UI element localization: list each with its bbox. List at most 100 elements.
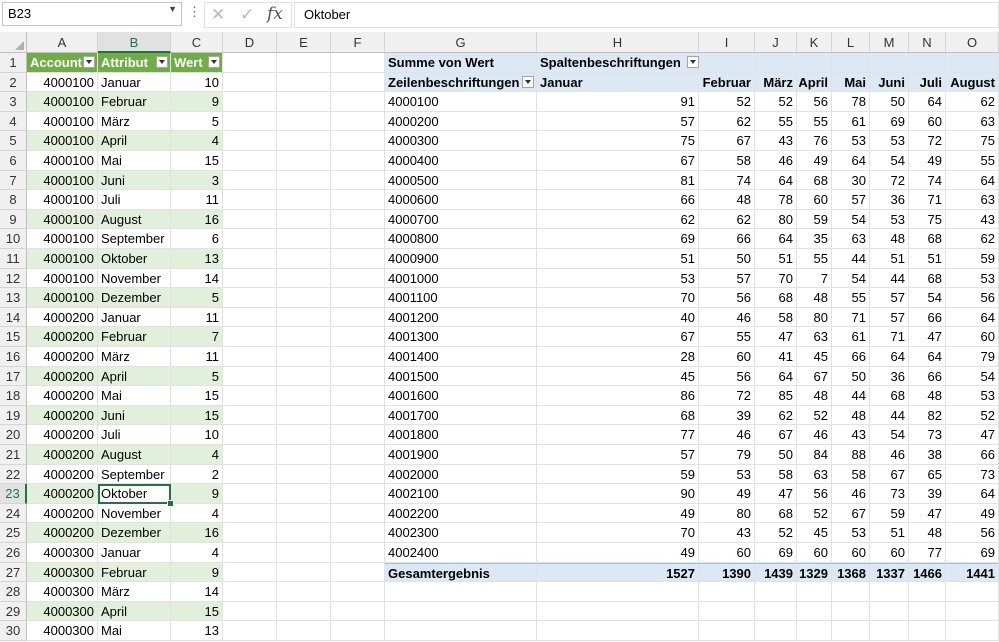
pivot-value-cell[interactable]: 74	[909, 170, 946, 191]
pivot-value-cell[interactable]: 59	[537, 464, 699, 485]
empty-cell[interactable]	[277, 111, 331, 132]
pivot-value-cell[interactable]: 62	[755, 405, 797, 426]
pivot-value-cell[interactable]: 91	[537, 92, 699, 112]
pivot-row-label[interactable]: 4001300	[385, 327, 537, 347]
table-cell-account[interactable]: 4000100	[27, 209, 98, 230]
table-cell-wert[interactable]: 4	[171, 445, 223, 465]
pivot-value-cell[interactable]: 60	[946, 327, 999, 347]
empty-cell[interactable]	[223, 562, 277, 583]
pivot-value-cell[interactable]: 43	[755, 131, 797, 151]
empty-cell[interactable]	[277, 405, 331, 426]
pivot-value-cell[interactable]: 60	[699, 347, 755, 367]
empty-cell[interactable]	[331, 601, 385, 622]
empty-cell[interactable]	[537, 601, 699, 622]
pivot-row-label[interactable]: 4001600	[385, 386, 537, 406]
pivot-row-label[interactable]: 4000200	[385, 111, 537, 132]
pivot-value-cell[interactable]: 52	[797, 503, 832, 524]
column-header-i[interactable]: I	[699, 32, 755, 53]
close-icon[interactable]: ✕	[211, 5, 225, 25]
row-header-8[interactable]: 8	[0, 190, 27, 210]
empty-cell[interactable]	[277, 621, 331, 641]
fill-handle[interactable]	[167, 499, 174, 507]
empty-cell[interactable]	[946, 582, 999, 602]
pivot-value-cell[interactable]: 66	[946, 445, 999, 465]
pivot-value-cell[interactable]: 67	[832, 503, 870, 524]
pivot-value-cell[interactable]: 60	[797, 543, 832, 563]
table-cell-attribut[interactable]: März	[98, 582, 171, 602]
row-header-5[interactable]: 5	[0, 131, 27, 151]
pivot-value-cell[interactable]: 67	[755, 425, 797, 445]
table-cell-attribut[interactable]: August	[98, 209, 171, 230]
table-cell-account[interactable]: 4000200	[27, 307, 98, 328]
pivot-value-cell[interactable]: 75	[909, 209, 946, 230]
empty-cell[interactable]	[223, 229, 277, 249]
empty-cell[interactable]	[277, 503, 331, 524]
pivot-value-cell[interactable]: 80	[699, 503, 755, 524]
row-header-6[interactable]: 6	[0, 151, 27, 171]
pivot-value-cell[interactable]: 52	[699, 92, 755, 112]
pivot-value-cell[interactable]: 28	[537, 347, 699, 367]
empty-cell[interactable]	[223, 209, 277, 230]
column-header-f[interactable]: F	[331, 32, 385, 53]
pivot-row-label[interactable]: 4001200	[385, 307, 537, 328]
pivot-row-label[interactable]: 4001700	[385, 405, 537, 426]
pivot-value-cell[interactable]: 54	[909, 288, 946, 308]
pivot-value-cell[interactable]: 68	[909, 229, 946, 249]
table-cell-wert[interactable]: 2	[171, 464, 223, 485]
empty-cell[interactable]	[277, 543, 331, 563]
pivot-value-cell[interactable]: 54	[946, 366, 999, 387]
pivot-value-cell[interactable]: 60	[797, 190, 832, 210]
empty-cell[interactable]	[223, 53, 277, 73]
row-header-2[interactable]: 2	[0, 72, 27, 93]
empty-cell[interactable]	[277, 562, 331, 583]
pivot-value-cell[interactable]: 55	[699, 327, 755, 347]
table-cell-wert[interactable]: 9	[171, 92, 223, 112]
pivot-value-cell[interactable]: 40	[537, 307, 699, 328]
empty-cell[interactable]	[277, 366, 331, 387]
table-cell-account[interactable]: 4000200	[27, 464, 98, 485]
pivot-value-cell[interactable]: 53	[946, 386, 999, 406]
table-cell-attribut[interactable]: April	[98, 131, 171, 151]
column-header-l[interactable]: L	[832, 32, 870, 53]
pivot-value-cell[interactable]: 49	[537, 543, 699, 563]
pivot-value-cell[interactable]: 46	[699, 307, 755, 328]
pivot-value-cell[interactable]: 73	[909, 425, 946, 445]
row-header-12[interactable]: 12	[0, 268, 27, 289]
empty-cell[interactable]	[277, 523, 331, 543]
empty-cell[interactable]	[223, 445, 277, 465]
empty-cell[interactable]	[223, 72, 277, 93]
pivot-value-cell[interactable]: 54	[832, 209, 870, 230]
empty-cell[interactable]	[832, 582, 870, 602]
table-cell-account[interactable]: 4000100	[27, 72, 98, 93]
pivot-value-cell[interactable]: 63	[797, 464, 832, 485]
table-cell-wert[interactable]: 11	[171, 347, 223, 367]
pivot-row-label[interactable]: 4001100	[385, 288, 537, 308]
pivot-value-cell[interactable]: 69	[537, 229, 699, 249]
table-cell-account[interactable]: 4000100	[27, 170, 98, 191]
table-cell-wert[interactable]: 6	[171, 229, 223, 249]
pivot-value-cell[interactable]: 51	[537, 249, 699, 269]
empty-cell[interactable]	[277, 347, 331, 367]
empty-cell[interactable]	[331, 621, 385, 641]
table-cell-attribut[interactable]: Januar	[98, 307, 171, 328]
pivot-value-cell[interactable]: 51	[870, 523, 909, 543]
table-cell-account[interactable]: 4000100	[27, 268, 98, 289]
pivot-value-cell[interactable]: 53	[870, 131, 909, 151]
column-header-a[interactable]: A	[27, 32, 98, 53]
pivot-value-cell[interactable]: 52	[755, 92, 797, 112]
pivot-value-cell[interactable]: 64	[909, 92, 946, 112]
empty-cell[interactable]	[277, 53, 331, 73]
pivot-value-cell[interactable]: 66	[832, 347, 870, 367]
empty-cell[interactable]	[277, 268, 331, 289]
empty-cell[interactable]	[223, 405, 277, 426]
column-header-e[interactable]: E	[277, 32, 331, 53]
empty-cell[interactable]	[331, 366, 385, 387]
row-header-22[interactable]: 22	[0, 464, 27, 485]
empty-cell[interactable]	[331, 386, 385, 406]
pivot-value-cell[interactable]: 72	[909, 131, 946, 151]
table-cell-wert[interactable]: 9	[171, 484, 223, 504]
table-cell-attribut[interactable]: Mai	[98, 151, 171, 171]
table-cell-wert[interactable]: 11	[171, 190, 223, 210]
table-cell-wert[interactable]: 11	[171, 307, 223, 328]
pivot-row-label[interactable]: 4002100	[385, 484, 537, 504]
